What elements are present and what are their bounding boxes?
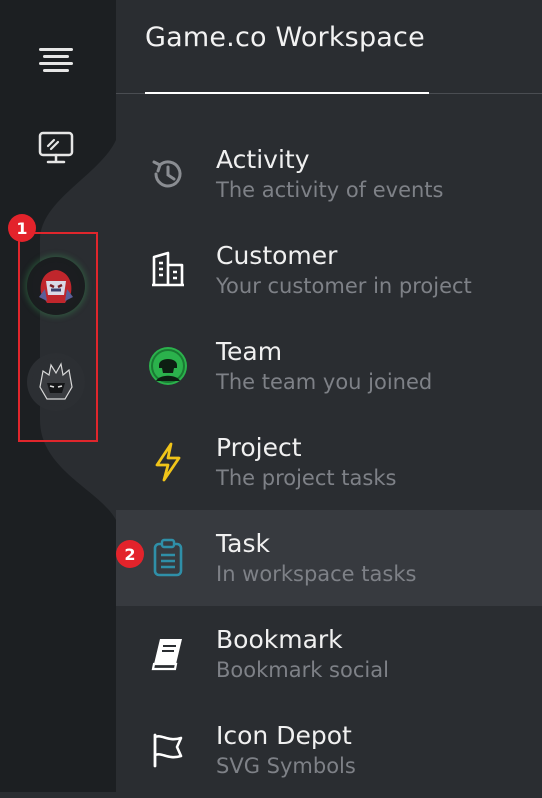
monitor-icon[interactable] (28, 120, 84, 176)
title-underline (145, 92, 429, 94)
menu-item-label: Activity (216, 145, 310, 174)
menu-item-desc: Bookmark social (216, 658, 389, 682)
book-icon (146, 632, 190, 676)
lightning-icon (146, 440, 190, 484)
menu-item-label: Project (216, 433, 302, 462)
annotation-badge: 2 (116, 540, 144, 568)
history-icon (146, 152, 190, 196)
menu-item-desc: The activity of events (216, 178, 444, 202)
menu-item-desc: Your customer in project (216, 274, 472, 298)
team-icon (146, 344, 190, 388)
menu-item-desc: The team you joined (216, 370, 433, 394)
menu-item-desc: In workspace tasks (216, 562, 417, 586)
menu-item-label: Bookmark (216, 625, 343, 654)
menu-icon[interactable] (28, 32, 84, 88)
menu-item-task[interactable]: Task In workspace tasks (116, 510, 542, 606)
workspace-title[interactable]: Game.co Workspace (145, 22, 425, 53)
avatar-highlight-box (18, 232, 98, 442)
left-rail (0, 0, 116, 792)
clipboard-icon (146, 536, 190, 580)
menu-item-desc: The project tasks (216, 466, 397, 490)
menu-item-label: Team (216, 337, 283, 366)
flag-icon (146, 728, 190, 772)
menu-item-desc: SVG Symbols (216, 754, 356, 778)
menu-item-activity[interactable]: Activity The activity of events (116, 126, 542, 222)
menu-item-project[interactable]: Project The project tasks (116, 414, 542, 510)
annotation-badge: 1 (8, 214, 36, 242)
menu-item-label: Task (216, 529, 270, 558)
menu-item-label: Icon Depot (216, 721, 352, 750)
menu-item-team[interactable]: Team The team you joined (116, 318, 542, 414)
menu-item-icon-depot[interactable]: Icon Depot SVG Symbols (116, 702, 542, 798)
building-icon (146, 248, 190, 292)
workspace-panel: Game.co Workspace Activity The activity … (116, 0, 542, 792)
menu-item-bookmark[interactable]: Bookmark Bookmark social (116, 606, 542, 702)
menu-item-customer[interactable]: Customer Your customer in project (116, 222, 542, 318)
menu-item-label: Customer (216, 241, 338, 270)
